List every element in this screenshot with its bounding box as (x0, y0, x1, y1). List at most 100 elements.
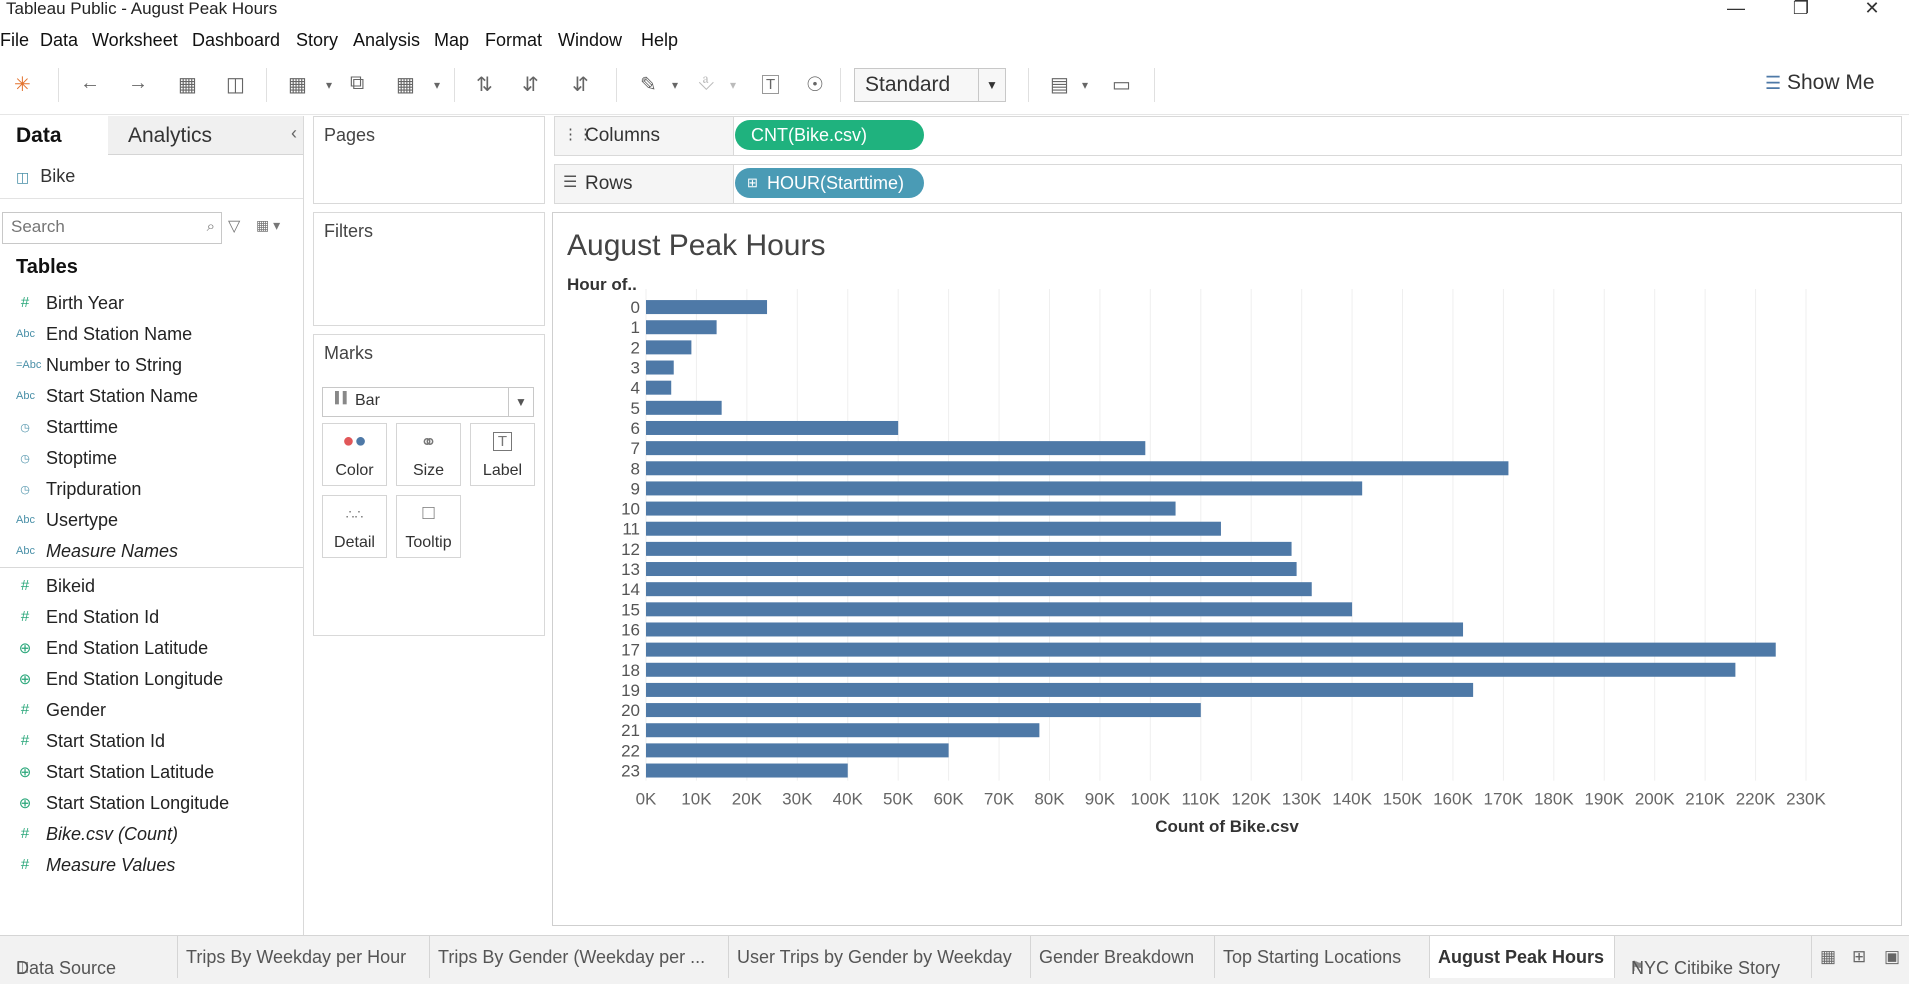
pages-card[interactable]: Pages (313, 116, 545, 204)
bar[interactable] (646, 763, 848, 778)
sort-descending-icon[interactable]: ⇵ (572, 72, 589, 97)
menu-format[interactable]: Format (485, 30, 542, 51)
bar[interactable] (646, 541, 1292, 556)
bar[interactable] (646, 501, 1176, 516)
field-item[interactable]: ⊕ Start Station Latitude (0, 759, 303, 787)
minimize-icon[interactable]: — (1716, 0, 1756, 19)
field-item[interactable]: Abc End Station Name (0, 321, 303, 349)
close-icon[interactable]: ✕ (1852, 0, 1892, 19)
bar[interactable] (646, 380, 672, 395)
detail-button[interactable]: ∴∴ Detail (322, 495, 387, 558)
columns-pill[interactable]: CNT(Bike.csv) (735, 120, 924, 150)
bar[interactable] (646, 682, 1474, 697)
bar[interactable] (646, 602, 1353, 617)
expand-icon[interactable]: ⊞ (747, 175, 758, 191)
menu-worksheet[interactable]: Worksheet (92, 30, 178, 51)
datasource-item[interactable]: ◫ Bike (16, 166, 75, 187)
menu-dashboard[interactable]: Dashboard (192, 30, 280, 51)
highlight-icon[interactable]: ✎ (640, 72, 657, 97)
tab-trips-by-weekday[interactable]: Trips By Weekday per Hour (178, 936, 430, 978)
field-item[interactable]: Abc Usertype (0, 507, 303, 535)
undo-icon[interactable]: ← (80, 72, 100, 95)
new-story-icon[interactable]: ▣ (1884, 947, 1900, 967)
pin-icon[interactable]: ☉ (806, 72, 824, 97)
field-item[interactable]: # Measure Values (0, 852, 303, 880)
rows-pill[interactable]: ⊞ HOUR(Starttime) (735, 168, 924, 198)
tooltip-button[interactable]: □ Tooltip (396, 495, 461, 558)
field-item[interactable]: # Gender (0, 697, 303, 725)
chevron-down-icon[interactable]: ▾ (672, 78, 678, 92)
bar[interactable] (646, 300, 768, 315)
field-item[interactable]: Abc Measure Names (0, 538, 303, 566)
tab-analytics[interactable]: Analytics ‹ (108, 116, 303, 155)
menu-story[interactable]: Story (296, 30, 338, 51)
bar[interactable] (646, 420, 899, 435)
tab-top-starting-locations[interactable]: Top Starting Locations (1215, 936, 1430, 978)
new-datasource-icon[interactable]: ◫ (226, 72, 245, 97)
chevron-down-icon[interactable]: ▾ (326, 78, 332, 92)
chevron-down-icon[interactable]: ▾ (1082, 78, 1088, 92)
new-worksheet-icon[interactable]: ▦ (288, 72, 307, 97)
menu-map[interactable]: Map (434, 30, 469, 51)
restore-icon[interactable]: ❐ (1781, 0, 1821, 19)
bar[interactable] (646, 441, 1146, 456)
chevron-down-icon[interactable]: ▼ (978, 69, 1005, 101)
label-button[interactable]: T Label (470, 423, 535, 486)
field-item[interactable]: # Start Station Id (0, 728, 303, 756)
field-item[interactable]: # Birth Year (0, 290, 303, 318)
field-item[interactable]: ◷ Tripduration (0, 476, 303, 504)
group-members-icon[interactable]: ⎀ (698, 72, 714, 95)
columns-shelf[interactable]: ⋮⋮ Columns CNT(Bike.csv) (554, 116, 1902, 156)
search-input[interactable] (9, 216, 193, 238)
show-cards-icon[interactable]: ▤ (1050, 72, 1069, 97)
field-item[interactable]: # End Station Id (0, 604, 303, 632)
filters-card[interactable]: Filters (313, 212, 545, 326)
bar[interactable] (646, 461, 1509, 476)
menu-data[interactable]: Data (40, 30, 78, 51)
tab-august-peak-hours[interactable]: August Peak Hours (1430, 936, 1615, 978)
tab-trips-by-gender[interactable]: Trips By Gender (Weekday per ... (430, 936, 729, 978)
field-item[interactable]: ⊕ Start Station Longitude (0, 790, 303, 818)
collapse-pane-icon[interactable]: ‹ (291, 123, 297, 144)
menu-help[interactable]: Help (641, 30, 678, 51)
bar[interactable] (646, 562, 1297, 577)
tab-nyc-citibike-story[interactable]: ⚑ NYC Citibike Story (1615, 936, 1812, 978)
show-labels-icon[interactable]: T (762, 75, 780, 94)
chevron-down-icon[interactable]: ▼ (508, 388, 533, 416)
field-item[interactable]: # Bike.csv (Count) (0, 821, 303, 849)
new-dashboard-icon[interactable]: ⊞ (1852, 947, 1866, 967)
save-icon[interactable]: ▦ (178, 72, 197, 97)
bar[interactable] (646, 662, 1736, 677)
bar[interactable] (646, 642, 1776, 657)
sort-ascending-icon[interactable]: ⇵ (522, 72, 539, 97)
fit-mode-dropdown[interactable]: Standard ▼ (854, 68, 1006, 102)
bar[interactable] (646, 400, 722, 415)
tab-data-source[interactable]: ◫ Data Source (0, 936, 178, 978)
bar[interactable] (646, 582, 1312, 597)
view-options-icon[interactable]: ▦ ▾ (256, 217, 280, 234)
bar[interactable] (646, 703, 1201, 718)
chevron-down-icon[interactable]: ▾ (730, 78, 736, 92)
tab-user-trips-by-gender[interactable]: User Trips by Gender by Weekday (729, 936, 1031, 978)
field-item[interactable]: ⊕ End Station Longitude (0, 666, 303, 694)
tableau-logo-icon[interactable]: ✳ (14, 72, 31, 97)
menu-analysis[interactable]: Analysis (353, 30, 420, 51)
chevron-down-icon[interactable]: ▾ (434, 78, 440, 92)
field-item[interactable]: ⊕ End Station Latitude (0, 635, 303, 663)
bar[interactable] (646, 622, 1464, 637)
bar[interactable] (646, 481, 1363, 496)
color-button[interactable]: ●● Color (322, 423, 387, 486)
field-item[interactable]: ◷ Stoptime (0, 445, 303, 473)
filter-icon[interactable]: ▽ (228, 216, 240, 236)
duplicate-sheet-icon[interactable]: ⧉ (350, 72, 364, 95)
bar[interactable] (646, 723, 1040, 738)
tab-gender-breakdown[interactable]: Gender Breakdown (1031, 936, 1215, 978)
bar[interactable] (646, 360, 674, 375)
tab-data[interactable]: Data (0, 116, 108, 154)
menu-window[interactable]: Window (558, 30, 622, 51)
bar[interactable] (646, 320, 717, 335)
field-item[interactable]: # Bikeid (0, 573, 303, 601)
rows-shelf[interactable]: ☰ Rows ⊞ HOUR(Starttime) (554, 164, 1902, 204)
swap-rows-columns-icon[interactable]: ⇅ (476, 72, 493, 97)
clear-sheet-icon[interactable]: ▦ (396, 72, 415, 97)
